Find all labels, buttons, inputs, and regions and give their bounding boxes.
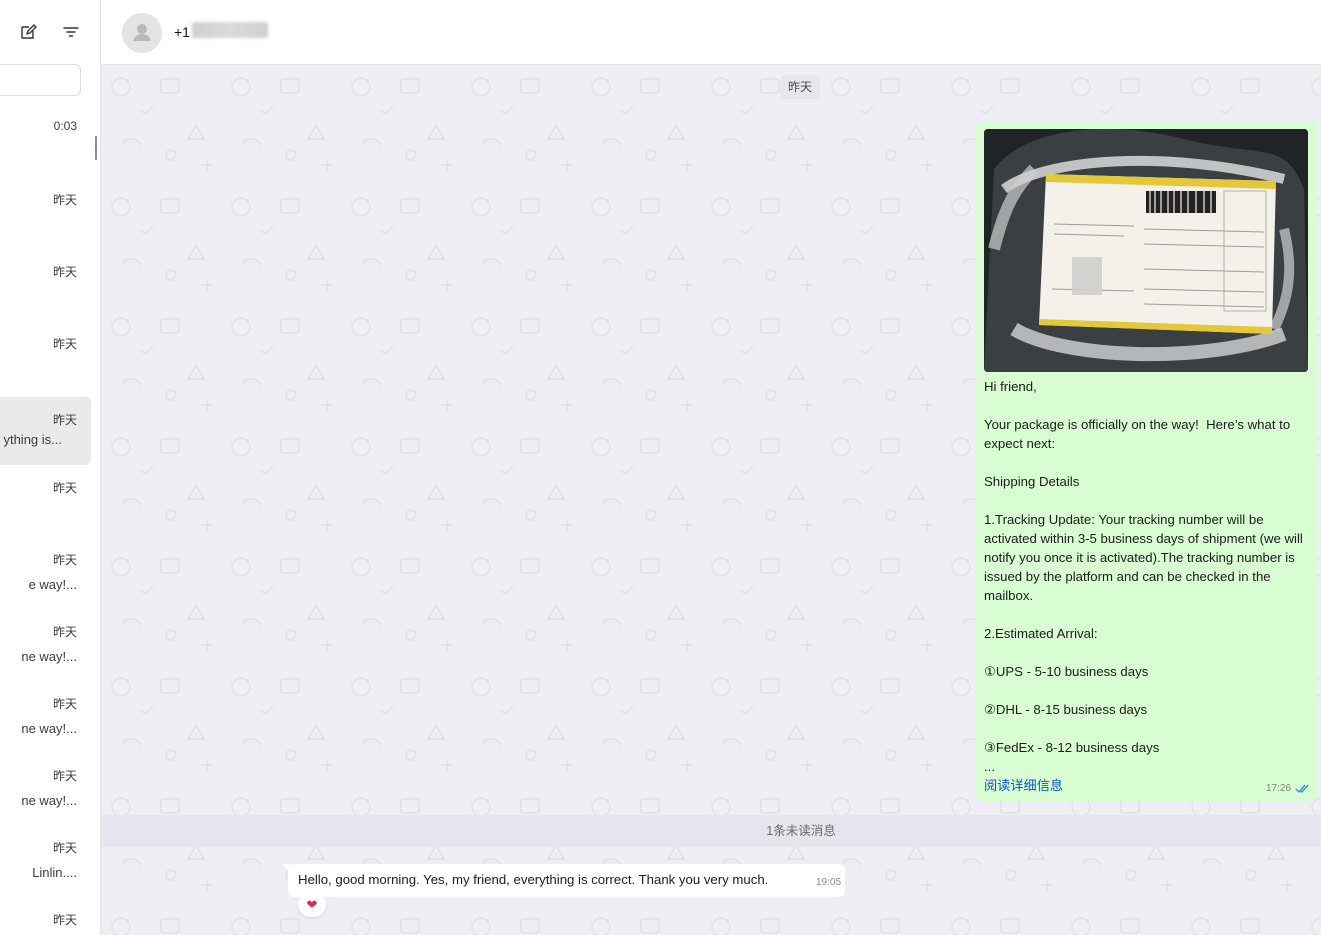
date-divider: 昨天 (780, 75, 821, 99)
chat-list-item[interactable]: 0:03 (0, 111, 91, 179)
chat-list-item-preview: ne way!... (21, 721, 77, 736)
unread-divider-label: 1条未读消息 (766, 824, 836, 838)
chat-list-item-preview: ything is... (3, 432, 62, 447)
chat-list-item-time: 昨天 (52, 481, 77, 495)
chat-list-item-preview: ne way!... (21, 649, 77, 664)
contact-name[interactable]: +1 (174, 24, 190, 40)
conversation-pane: 昨天 Hi friend, Your package is officially… (101, 65, 1321, 935)
chat-list-item[interactable]: 昨天 (0, 255, 91, 323)
chat-list-item-time: 昨天 (52, 841, 77, 855)
chat-list-item[interactable]: 昨天 Linlin.... (0, 831, 91, 899)
search-input[interactable] (0, 64, 81, 96)
chat-list-item-time: 昨天 (52, 769, 77, 783)
chat-list-item-preview: ne way!... (21, 793, 77, 808)
chat-list-item-time: 昨天 (52, 553, 77, 567)
chat-list-item-preview: Linlin.... (32, 865, 77, 880)
chat-list-item[interactable]: 昨天 ne way!... (0, 615, 91, 683)
chat-list-item[interactable]: 昨天 (0, 183, 91, 251)
chat-list-item[interactable]: 昨天 (0, 903, 91, 935)
chat-list-item-time: 0:03 (53, 119, 77, 133)
chat-list-item-time: 昨天 (52, 193, 77, 207)
filter-icon[interactable] (61, 22, 81, 42)
redacted-phone-number (192, 22, 268, 38)
chat-list-item[interactable]: 昨天 ne way!... (0, 687, 91, 755)
default-avatar-icon[interactable] (122, 13, 162, 53)
double-check-icon (1295, 784, 1309, 794)
chat-list-item[interactable]: 昨天 (0, 471, 91, 539)
chat-list-item[interactable]: 昨天 (0, 327, 91, 395)
incoming-message[interactable]: Hello, good morning. Yes, my friend, eve… (288, 864, 845, 897)
outgoing-message-time: 17:26 (1266, 783, 1292, 794)
chat-list-sidebar: 0:03 昨天 昨天 昨天 昨天 ything is... 昨天 昨天 e way!... 昨天 n… (0, 0, 101, 935)
sidebar-scrollbar[interactable] (95, 136, 97, 160)
compose-icon[interactable] (18, 22, 38, 42)
heart-reaction-icon[interactable]: ❤ (298, 893, 326, 917)
package-photo[interactable] (984, 129, 1308, 372)
incoming-message-time: 19:05 (816, 877, 842, 888)
chat-list-item-time: 昨天 (52, 413, 77, 427)
sidebar-toolbar (0, 0, 100, 64)
chat-list-item-time: 昨天 (52, 625, 77, 639)
chat-list-item[interactable]: 昨天 ne way!... (0, 759, 91, 827)
chat-list-item[interactable]: 昨天 e way!... (0, 543, 91, 611)
chat-list-item-time: 昨天 (52, 337, 77, 351)
chat-header: +1 (101, 0, 1321, 65)
chat-list-item[interactable]: 昨天 ything is... (0, 397, 91, 465)
read-more-link[interactable]: 阅读详细信息 (984, 775, 1063, 794)
outgoing-message[interactable]: Hi friend, Your package is officially on… (976, 121, 1317, 801)
chat-list-item-time: 昨天 (52, 697, 77, 711)
chat-list-item-time: 昨天 (52, 265, 77, 279)
chat-list-item-preview: e way!... (28, 577, 77, 592)
outgoing-message-text: Hi friend, Your package is officially on… (984, 379, 1303, 774)
incoming-message-text: Hello, good morning. Yes, my friend, eve… (298, 872, 769, 887)
unread-divider: 1条未读消息 (101, 815, 1321, 847)
chat-list-item-time: 昨天 (52, 913, 77, 927)
